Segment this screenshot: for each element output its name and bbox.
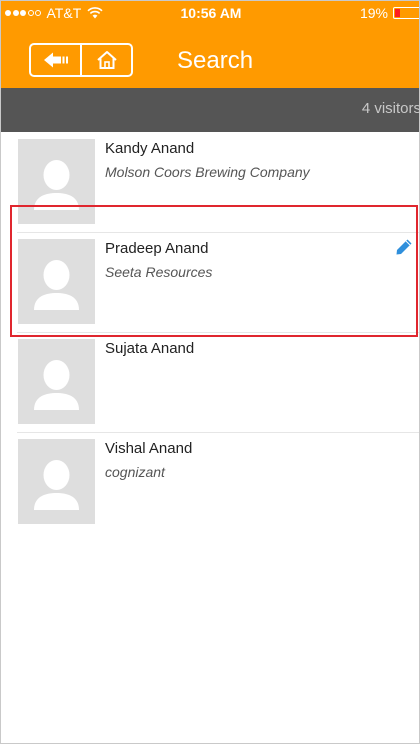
battery-percent: 19% (359, 5, 388, 21)
avatar (18, 439, 95, 524)
visitor-company: Molson Coors Brewing Company (105, 164, 310, 180)
visitor-company: cognizant (105, 464, 165, 480)
status-time: 10:56 AM (180, 5, 242, 21)
visitor-name: Pradeep Anand (105, 240, 209, 257)
visitor-row[interactable]: Vishal Anand cognizant (1, 432, 419, 532)
home-button[interactable] (80, 45, 131, 75)
visitor-list: Kandy Anand Molson Coors Brewing Company… (1, 132, 419, 532)
avatar (18, 139, 95, 224)
back-button[interactable] (31, 45, 80, 75)
phone-screen: AT&T 10:56 AM 19% Search 4 visitors Kand… (0, 0, 420, 744)
page-title: Search (177, 47, 254, 74)
nav-button-group (29, 43, 133, 77)
visitor-row[interactable]: Sujata Anand (1, 332, 419, 432)
person-placeholder-icon (34, 160, 79, 210)
app-header: AT&T 10:56 AM 19% Search (1, 1, 419, 88)
status-right: 19% (359, 5, 419, 21)
visitor-name: Kandy Anand (105, 140, 195, 157)
battery-icon (393, 7, 419, 19)
avatar (18, 339, 95, 424)
pencil-edit-icon[interactable] (395, 238, 413, 256)
visitor-company: Seeta Resources (105, 264, 213, 280)
home-icon (96, 51, 117, 69)
visitor-row[interactable]: Pradeep Anand Seeta Resources (1, 232, 419, 332)
visitor-count: 4 visitors (361, 100, 420, 117)
status-bar: AT&T 10:56 AM 19% (1, 1, 419, 25)
visitor-name: Vishal Anand (105, 440, 193, 457)
visitor-count-bar: 4 visitors (1, 88, 420, 132)
visitor-name: Sujata Anand (105, 340, 195, 357)
avatar (18, 239, 95, 324)
back-arrow-icon (43, 52, 68, 68)
battery-level (395, 9, 400, 17)
visitor-row[interactable]: Kandy Anand Molson Coors Brewing Company (1, 132, 419, 232)
person-placeholder-icon (34, 260, 79, 310)
person-placeholder-icon (34, 360, 79, 410)
person-placeholder-icon (34, 460, 79, 510)
